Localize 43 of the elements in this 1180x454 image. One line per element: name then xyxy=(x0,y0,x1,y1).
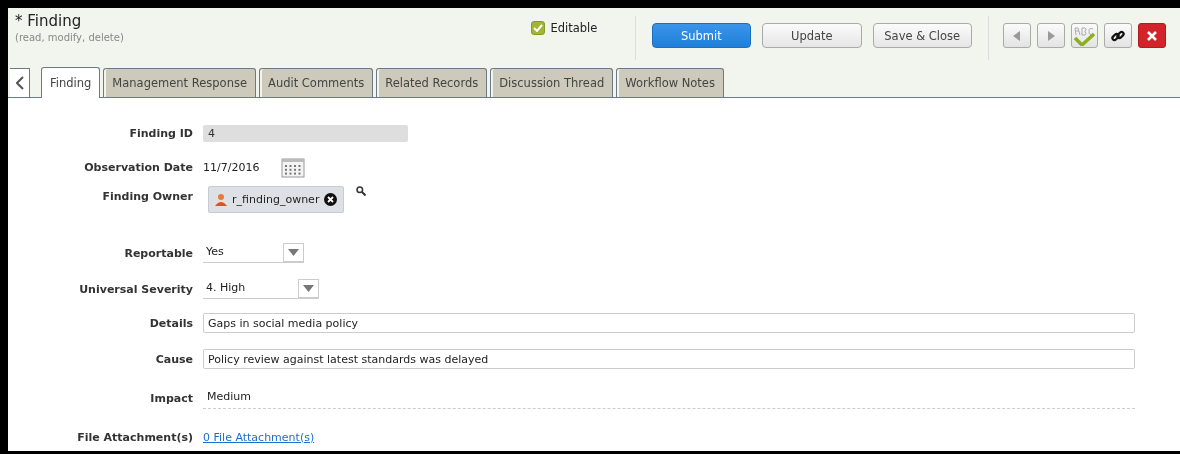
tab[interactable]: Discussion Thread xyxy=(490,68,614,97)
previous-icon[interactable] xyxy=(1002,23,1031,48)
field-label: File Attachment(s) xyxy=(76,430,194,444)
search-icon[interactable] xyxy=(356,186,367,196)
tab[interactable]: Finding xyxy=(41,67,101,98)
finding-id-field: 4 xyxy=(203,124,408,142)
field-label: Cause xyxy=(154,352,194,366)
field-label: Details xyxy=(148,316,194,330)
attachments-link[interactable]: 0 File Attachment(s) xyxy=(203,430,315,444)
close-icon[interactable] xyxy=(1138,23,1167,48)
calendar-icon[interactable] xyxy=(281,156,306,178)
editable-checkbox[interactable] xyxy=(531,21,546,35)
field-label: Observation Date xyxy=(83,160,194,174)
user-chip: r_finding_owner xyxy=(208,186,345,213)
field-label: Finding ID xyxy=(128,126,194,140)
action-button[interactable]: Update xyxy=(762,23,862,48)
text-field[interactable]: Policy review against latest standards was delayed xyxy=(203,349,1135,369)
next-icon[interactable] xyxy=(1036,23,1065,48)
action-button[interactable]: Submit xyxy=(651,23,752,48)
impact-value: Medium xyxy=(203,387,1135,409)
dropdown[interactable]: Yes xyxy=(203,243,304,263)
spellcheck-icon[interactable] xyxy=(1070,23,1099,48)
tab[interactable]: Workflow Notes xyxy=(616,68,724,97)
field-label: Finding Owner xyxy=(101,189,194,203)
text-field[interactable]: Gaps in social media policy xyxy=(203,313,1135,333)
form-subtitle: (read, modify, delete) xyxy=(15,32,125,43)
tab[interactable]: Management Response xyxy=(103,68,256,97)
form-title: * Finding xyxy=(15,12,83,30)
caret-icon xyxy=(303,285,314,292)
link-icon[interactable] xyxy=(1104,23,1133,48)
field-label: Impact xyxy=(149,391,194,405)
tab[interactable]: Related Records xyxy=(376,68,488,97)
field-label: Reportable xyxy=(123,246,194,260)
field-label: Universal Severity xyxy=(78,282,194,296)
editable-label: Editable xyxy=(550,21,598,35)
dropdown[interactable]: 4. High xyxy=(203,279,319,299)
remove-icon[interactable] xyxy=(324,193,338,206)
date-value: 11/7/2016 xyxy=(203,160,260,174)
tab[interactable]: Audit Comments xyxy=(259,68,374,97)
caret-icon xyxy=(288,249,299,256)
person-icon xyxy=(215,193,227,206)
scroll-left-icon[interactable] xyxy=(10,68,30,97)
action-button[interactable]: Save & Close xyxy=(872,23,972,48)
